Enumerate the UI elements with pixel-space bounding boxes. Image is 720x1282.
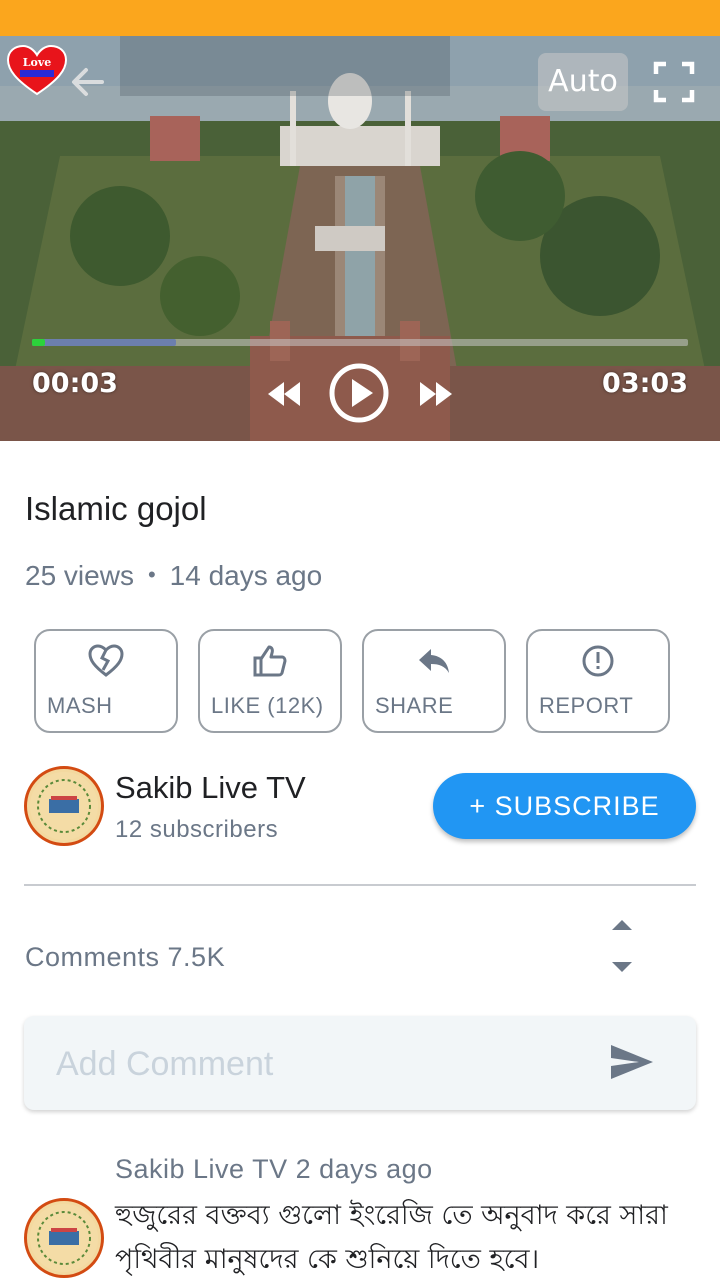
video-meta: 25 views • 14 days ago bbox=[25, 560, 322, 592]
divider bbox=[24, 884, 696, 886]
current-time: 00:03 bbox=[32, 368, 118, 399]
separator-dot: • bbox=[147, 562, 156, 587]
like-label: LIKE (12K) bbox=[211, 693, 324, 718]
comment-author-line: Sakib Live TV 2 days ago bbox=[115, 1154, 433, 1184]
reply-icon bbox=[419, 649, 449, 673]
video-title: Islamic gojol bbox=[25, 490, 207, 527]
channel-name[interactable]: Sakib Live TV bbox=[115, 770, 306, 806]
comment-composer bbox=[24, 1016, 696, 1110]
upload-date: 14 days ago bbox=[169, 560, 323, 591]
share-button[interactable]: SHARE bbox=[362, 629, 506, 733]
comment-avatar-emblem bbox=[30, 1204, 98, 1272]
channel-avatar-emblem bbox=[30, 772, 98, 840]
action-row: MASH LIKE (12K) SHARE REPORT bbox=[34, 629, 674, 733]
play-icon[interactable] bbox=[328, 362, 390, 424]
channel-avatar[interactable] bbox=[24, 766, 104, 846]
send-icon[interactable] bbox=[609, 1042, 655, 1082]
logo-text: Love bbox=[23, 56, 51, 69]
comment-input[interactable] bbox=[56, 1036, 596, 1092]
arrow-left-icon[interactable] bbox=[68, 64, 108, 100]
total-time: 03:03 bbox=[602, 368, 688, 399]
chevron-down-icon[interactable] bbox=[611, 960, 633, 974]
comments-count: Comments 7.5K bbox=[25, 942, 226, 972]
broken-heart-icon bbox=[88, 644, 124, 677]
report-button[interactable]: REPORT bbox=[526, 629, 670, 733]
seek-bar[interactable] bbox=[32, 339, 688, 346]
subscriber-count: 12 subscribers bbox=[115, 816, 279, 843]
report-label: REPORT bbox=[539, 693, 634, 718]
mash-label: MASH bbox=[47, 693, 113, 718]
status-bar bbox=[0, 0, 720, 36]
rewind-icon[interactable] bbox=[264, 374, 304, 414]
video-player[interactable]: Love Auto 00:03 03:03 bbox=[0, 36, 720, 441]
seek-bar-buffered bbox=[32, 339, 177, 346]
mash-button[interactable]: MASH bbox=[34, 629, 178, 733]
comment-text: হুজুরের বক্তব্য গুলো ইংরেজি তে অনুবাদ কর… bbox=[115, 1200, 668, 1275]
thumbs-up-icon bbox=[253, 645, 287, 677]
view-count: 25 views bbox=[25, 560, 134, 591]
share-label: SHARE bbox=[375, 693, 454, 718]
seek-bar-played bbox=[32, 339, 46, 346]
app-logo: Love bbox=[6, 44, 68, 96]
like-button[interactable]: LIKE (12K) bbox=[198, 629, 342, 733]
chevron-up-icon[interactable] bbox=[611, 918, 633, 932]
subscribe-button[interactable]: + SUBSCRIBE bbox=[433, 773, 696, 839]
comment-avatar[interactable] bbox=[24, 1198, 104, 1278]
fast-forward-icon[interactable] bbox=[416, 374, 456, 414]
fullscreen-icon[interactable] bbox=[652, 60, 696, 104]
alert-icon bbox=[582, 645, 614, 677]
quality-auto-button[interactable]: Auto bbox=[538, 53, 628, 111]
